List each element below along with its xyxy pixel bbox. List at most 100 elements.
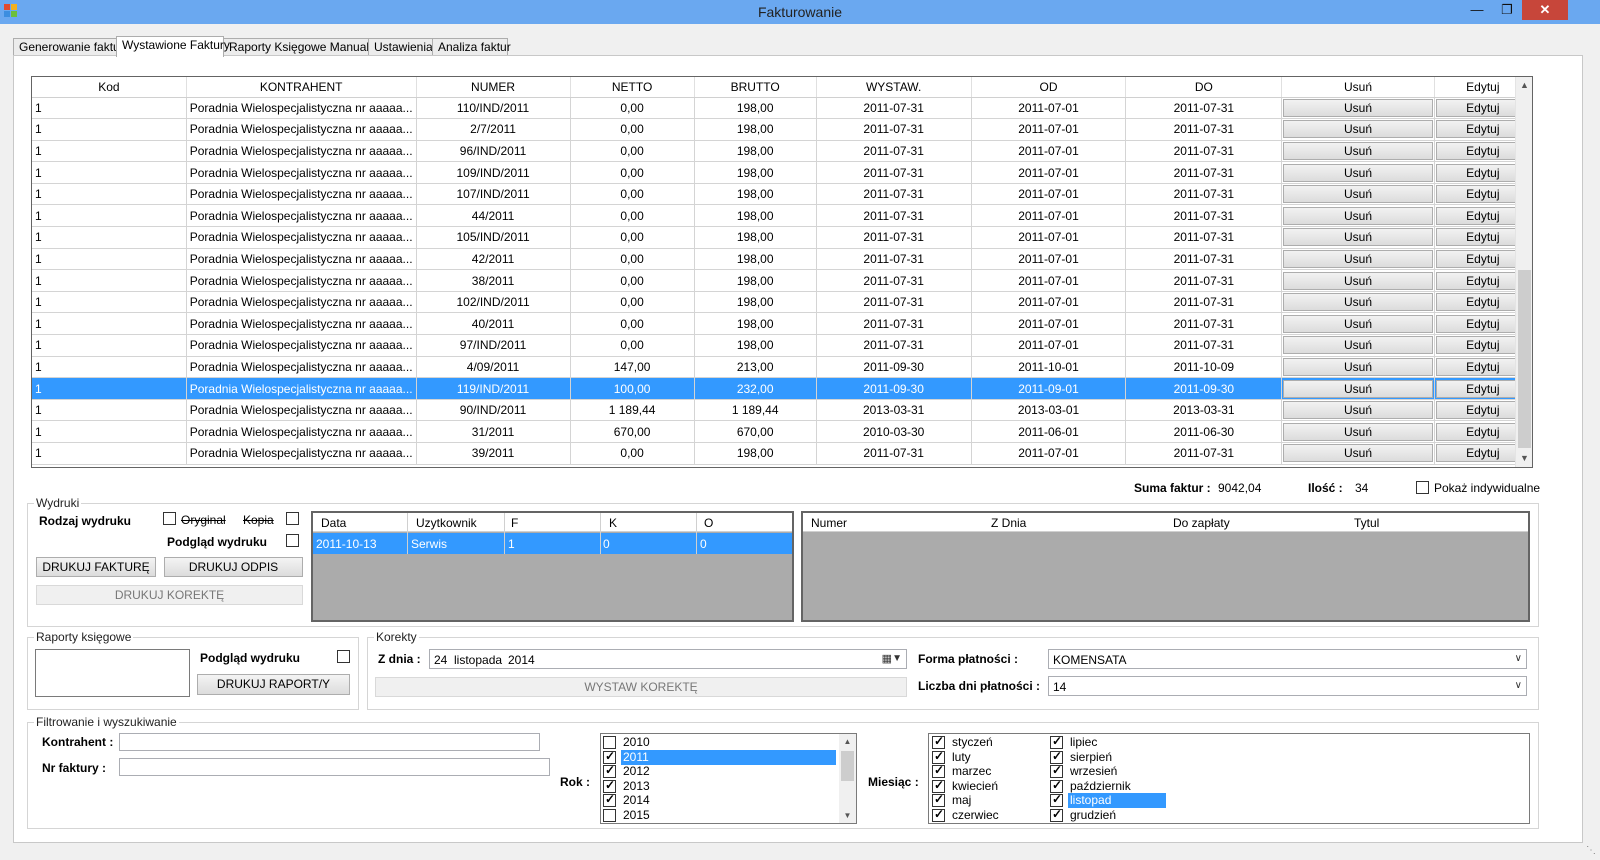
table-row[interactable]: 1 Poradnia Wielospecjalistyczna nr aaaaa.… — [32, 377, 1532, 400]
col-header-od[interactable]: OD — [971, 77, 1127, 98]
date-month[interactable]: listopada — [454, 653, 502, 667]
month-checkbox[interactable] — [1050, 763, 1063, 779]
rok-checklist[interactable]: 201020112012201320142015 ▲ ▼ — [600, 733, 857, 824]
payments-col-numer[interactable]: Numer — [811, 516, 847, 530]
kontrahent-input[interactable] — [119, 733, 540, 751]
restore-button[interactable]: ❐ — [1492, 0, 1522, 20]
rok-scrollbar[interactable]: ▲ ▼ — [839, 734, 856, 823]
table-row[interactable]: 1 Poradnia Wielospecjalistyczna nr aaaaa.… — [32, 312, 1532, 336]
col-header-netto[interactable]: NETTO — [570, 77, 695, 98]
scroll-down-arrow-icon[interactable]: ▼ — [839, 808, 856, 823]
miesiac-checklist[interactable]: styczeńlutymarzeckwiecieńmajczerwiec lipi… — [928, 733, 1530, 824]
table-row[interactable]: 1 Poradnia Wielospecjalistyczna nr aaaaa.… — [32, 269, 1532, 292]
month-checkbox[interactable] — [1050, 778, 1063, 793]
podglad-wydruku-checkbox[interactable] — [286, 534, 299, 547]
payments-col-z-dnia[interactable]: Z Dnia — [991, 516, 1026, 530]
prints-col-k[interactable]: K — [609, 516, 617, 530]
usun-button[interactable]: Usuń — [1283, 357, 1433, 376]
date-day[interactable]: 24 — [434, 653, 447, 667]
col-header-kontrahent[interactable]: KONTRAHENT — [186, 77, 417, 98]
tab-raporty-ksiegowe[interactable]: Raporty Księgowe Manualnie — [223, 38, 385, 56]
month-checkbox[interactable] — [932, 778, 945, 793]
table-row[interactable]: 1 Poradnia Wielospecjalistyczna nr aaaaa.… — [32, 442, 1532, 465]
payments-col-do-zaplaty[interactable]: Do zapłaty — [1173, 516, 1230, 530]
col-header-wystaw[interactable]: WYSTAW. — [816, 77, 972, 98]
col-header-brutto[interactable]: BRUTTO — [694, 77, 817, 98]
oryginal-checkbox[interactable] — [163, 512, 176, 525]
usun-button[interactable]: Usuń — [1283, 314, 1433, 333]
year-checkbox[interactable] — [603, 778, 616, 793]
usun-button[interactable]: Usuń — [1283, 185, 1433, 204]
tab-generowanie-faktur[interactable]: Generowanie faktur — [13, 38, 124, 56]
resize-grip-icon[interactable]: ⋱ — [1586, 845, 1596, 856]
z-dnia-datepicker[interactable]: 24 listopada 2014 ▦ ▼ — [429, 649, 907, 669]
payments-grid[interactable]: Numer Z Dnia Do zapłaty Tytul — [801, 511, 1530, 622]
calendar-icon[interactable]: ▦ — [882, 652, 892, 665]
usun-button[interactable]: Usuń — [1283, 422, 1433, 441]
table-row[interactable]: 1 Poradnia Wielospecjalistyczna nr aaaaa.… — [32, 248, 1532, 271]
month-checkbox[interactable] — [932, 734, 945, 749]
chevron-down-icon[interactable]: ▼ — [892, 653, 902, 664]
forma-platnosci-select[interactable]: KOMENSATA ∨ — [1048, 649, 1527, 669]
year-checkbox[interactable] — [603, 749, 616, 764]
payments-col-tytul[interactable]: Tytul — [1354, 516, 1379, 530]
month-checkbox[interactable] — [932, 792, 945, 808]
usun-button[interactable]: Usuń — [1283, 379, 1433, 398]
minimize-button[interactable]: — — [1462, 0, 1492, 20]
usun-button[interactable]: Usuń — [1283, 163, 1433, 182]
month-checkbox[interactable] — [932, 749, 945, 764]
drukuj-odpis-button[interactable]: DRUKUJ ODPIS — [164, 557, 303, 577]
month-checkbox[interactable] — [932, 807, 945, 822]
year-checkbox[interactable] — [603, 736, 616, 749]
usun-button[interactable]: Usuń — [1283, 120, 1433, 139]
table-row[interactable]: 1 Poradnia Wielospecjalistyczna nr aaaaa.… — [32, 226, 1532, 249]
pokaz-indywidualne-checkbox[interactable] — [1416, 481, 1429, 494]
wystaw-korekte-button[interactable]: WYSTAW KOREKTĘ — [375, 677, 907, 697]
table-row[interactable]: 1 Poradnia Wielospecjalistyczna nr aaaaa.… — [32, 183, 1532, 206]
tab-wystawione-faktury[interactable]: Wystawione Faktury — [116, 36, 230, 57]
scroll-down-arrow-icon[interactable]: ▼ — [1516, 450, 1532, 467]
table-row[interactable]: 1 Poradnia Wielospecjalistyczna nr aaaaa.… — [32, 399, 1532, 422]
raporty-podglad-checkbox[interactable] — [337, 650, 350, 663]
usun-button[interactable]: Usuń — [1283, 98, 1433, 117]
month-checkbox[interactable] — [1050, 792, 1063, 808]
prints-col-f[interactable]: F — [511, 516, 518, 530]
invoices-grid[interactable]: Kod KONTRAHENT NUMER NETTO BRUTTO WYSTAW… — [31, 76, 1533, 468]
table-row[interactable]: 1 Poradnia Wielospecjalistyczna nr aaaaa.… — [32, 420, 1532, 443]
usun-button[interactable]: Usuń — [1283, 271, 1433, 290]
col-header-numer[interactable]: NUMER — [416, 77, 571, 98]
year-checkbox[interactable] — [603, 763, 616, 779]
scroll-up-arrow-icon[interactable]: ▲ — [839, 734, 856, 749]
table-row[interactable]: 1 Poradnia Wielospecjalistyczna nr aaaaa.… — [32, 161, 1532, 184]
drukuj-raport-button[interactable]: DRUKUJ RAPORT/Y — [197, 674, 350, 695]
col-header-kod[interactable]: Kod — [32, 77, 187, 98]
usun-button[interactable]: Usuń — [1283, 206, 1433, 225]
prints-row[interactable]: 2011-10-13 Serwis 1 0 0 — [313, 533, 792, 554]
usun-button[interactable]: Usuń — [1283, 444, 1433, 463]
col-header-do[interactable]: DO — [1125, 77, 1283, 98]
close-button[interactable]: ✕ — [1522, 0, 1568, 20]
month-checkbox[interactable] — [1050, 807, 1063, 822]
drukuj-fakture-button[interactable]: DRUKUJ FAKTURĘ — [36, 557, 156, 577]
scroll-up-arrow-icon[interactable]: ▲ — [1516, 77, 1532, 94]
scroll-thumb[interactable] — [1518, 270, 1531, 448]
table-row[interactable]: 1 Poradnia Wielospecjalistyczna nr aaaaa.… — [32, 140, 1532, 163]
prints-col-uzytkownik[interactable]: Uzytkownik — [416, 516, 477, 530]
tab-ustawienia[interactable]: Ustawienia — [368, 38, 433, 56]
prints-col-o[interactable]: O — [704, 516, 713, 530]
table-row[interactable]: 1 Poradnia Wielospecjalistyczna nr aaaaa.… — [32, 118, 1532, 141]
date-year[interactable]: 2014 — [508, 653, 535, 667]
table-row[interactable]: 1 Poradnia Wielospecjalistyczna nr aaaaa.… — [32, 291, 1532, 314]
liczba-dni-select[interactable]: 14 ∨ — [1048, 676, 1527, 696]
tab-analiza-faktur[interactable]: Analiza faktur — [432, 38, 511, 56]
rok-scroll-thumb[interactable] — [841, 751, 854, 781]
year-checkbox[interactable] — [603, 792, 616, 808]
year-checkbox[interactable] — [603, 809, 616, 822]
chevron-down-icon[interactable]: ∨ — [1515, 680, 1522, 691]
usun-button[interactable]: Usuń — [1283, 228, 1433, 247]
usun-button[interactable]: Usuń — [1283, 401, 1433, 420]
prints-history-grid[interactable]: Data Uzytkownik F K O 2011-10-13 Serwis … — [311, 511, 794, 622]
month-checkbox[interactable] — [1050, 749, 1063, 764]
usun-button[interactable]: Usuń — [1283, 293, 1433, 312]
table-row[interactable]: 1 Poradnia Wielospecjalistyczna nr aaaaa.… — [32, 97, 1532, 120]
